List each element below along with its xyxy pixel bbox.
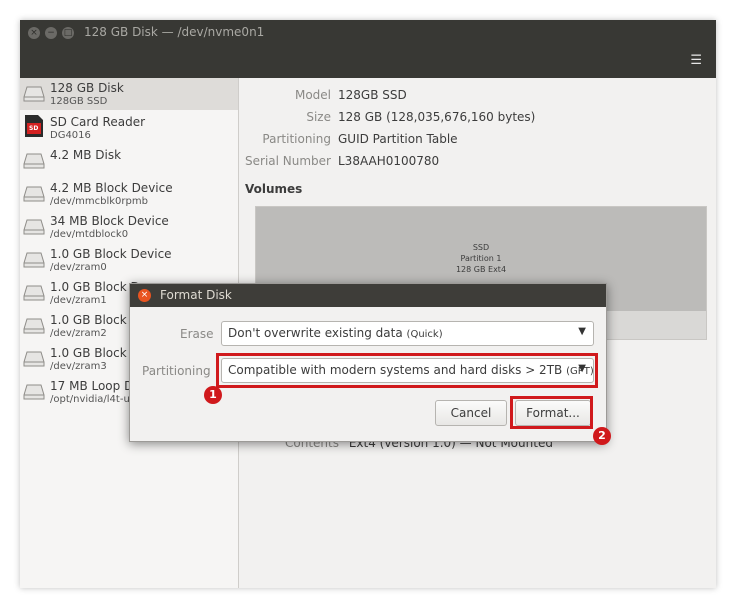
menu-icon[interactable]: ☰ [690, 54, 702, 67]
sidebar-item-device[interactable]: 34 MB Block Device/dev/mtdblock0 [20, 211, 238, 243]
hard-disk-icon [23, 218, 45, 236]
minimize-window-icon[interactable]: − [45, 27, 57, 39]
partitioning-highlight [216, 353, 598, 388]
hard-disk-icon [23, 284, 45, 302]
hard-disk-icon [23, 185, 45, 203]
erase-label: Erase [180, 327, 214, 341]
sidebar-item-name: 4.2 MB Disk [50, 148, 122, 162]
sidebar-item-device[interactable]: 4.2 MB Disk [20, 145, 238, 177]
dialog-titlebar: × Format Disk [130, 284, 606, 307]
close-window-icon[interactable]: × [28, 27, 40, 39]
sd-card-icon-text: SD [29, 125, 39, 132]
erase-hint: (Quick) [406, 329, 443, 340]
model-value: 128GB SSD [338, 88, 407, 102]
partitioning-value: GUID Partition Table [338, 132, 458, 146]
hard-disk-icon [23, 152, 45, 170]
size-value: 128 GB (128,035,676,160 bytes) [338, 110, 536, 124]
sidebar-item-subtitle: /dev/zram1 [50, 295, 107, 306]
chevron-down-icon: ▼ [578, 326, 586, 337]
hard-disk-icon [23, 350, 45, 368]
sidebar-item-device[interactable]: 4.2 MB Block Device/dev/mmcblk0rpmb [20, 178, 238, 210]
erase-select-value: Don't overwrite existing data (Quick) [228, 326, 443, 340]
maximize-window-icon[interactable]: □ [62, 27, 74, 39]
partition-line-2: Partition 1 [460, 254, 502, 263]
partition-line-3: 128 GB Ext4 [455, 265, 507, 274]
window-titlebar: × − □ 128 GB Disk — /dev/nvme0n1 ☰ [20, 20, 716, 78]
sidebar-item-name: 34 MB Block Device [50, 214, 169, 228]
erase-select[interactable]: Don't overwrite existing data (Quick) ▼ [221, 321, 594, 346]
sidebar-item-subtitle: DG4016 [50, 130, 91, 141]
hard-disk-icon [23, 317, 45, 335]
sidebar-item-name: 1.0 GB Block Device [50, 247, 172, 261]
window-title: 128 GB Disk — /dev/nvme0n1 [84, 25, 265, 39]
sidebar-item-name: 1.0 GB Block D [50, 313, 140, 327]
sidebar-item-name: 1.0 GB Block D [50, 280, 140, 294]
serial-number-label: Serial Number [245, 154, 331, 168]
sidebar-item-subtitle: 128GB SSD [50, 96, 108, 107]
sidebar-item-subtitle: /dev/zram2 [50, 328, 107, 339]
sidebar-item-name: 4.2 MB Block Device [50, 181, 173, 195]
hard-disk-icon [23, 383, 45, 401]
sd-card-icon: SD [23, 115, 45, 137]
sidebar-item-name: 17 MB Loop D [50, 379, 134, 393]
sidebar-item-subtitle: /dev/mtdblock0 [50, 229, 129, 240]
sidebar-item-name: SD Card Reader [50, 115, 146, 129]
sidebar-item-device[interactable]: 1.0 GB Block Device/dev/zram0 [20, 244, 238, 276]
sidebar-item-device[interactable]: 128 GB Disk 128GB SSD [20, 78, 238, 110]
partitioning-select-label: Partitioning [142, 364, 211, 378]
cancel-button[interactable]: Cancel [435, 400, 507, 426]
sidebar-item-name: 128 GB Disk [50, 81, 124, 95]
format-button-highlight [510, 396, 593, 429]
sidebar-item-subtitle: /dev/mmcblk0rpmb [50, 196, 148, 207]
volumes-heading: Volumes [245, 182, 303, 196]
dialog-title: Format Disk [160, 288, 232, 302]
sidebar-item-subtitle: /dev/zram3 [50, 361, 107, 372]
sidebar-item-subtitle: /opt/nvidia/l4t-u [50, 394, 130, 405]
partition-line-1: SSD [472, 243, 490, 252]
model-label: Model [294, 88, 331, 102]
serial-number-value: L38AAH0100780 [338, 154, 440, 168]
step-badge-1: 1 [204, 386, 222, 404]
sidebar-item-subtitle: /dev/zram0 [50, 262, 107, 273]
sidebar-item-device[interactable]: SD SD Card Reader DG4016 [20, 112, 238, 144]
dialog-close-icon[interactable]: × [138, 289, 151, 302]
partitioning-label: Partitioning [262, 132, 331, 146]
size-label: Size [306, 110, 331, 124]
step-badge-2: 2 [593, 427, 611, 445]
sidebar-item-name: 1.0 GB Block D [50, 346, 140, 360]
hard-disk-icon [23, 85, 45, 103]
erase-value: Don't overwrite existing data [228, 326, 403, 340]
hard-disk-icon [23, 251, 45, 269]
